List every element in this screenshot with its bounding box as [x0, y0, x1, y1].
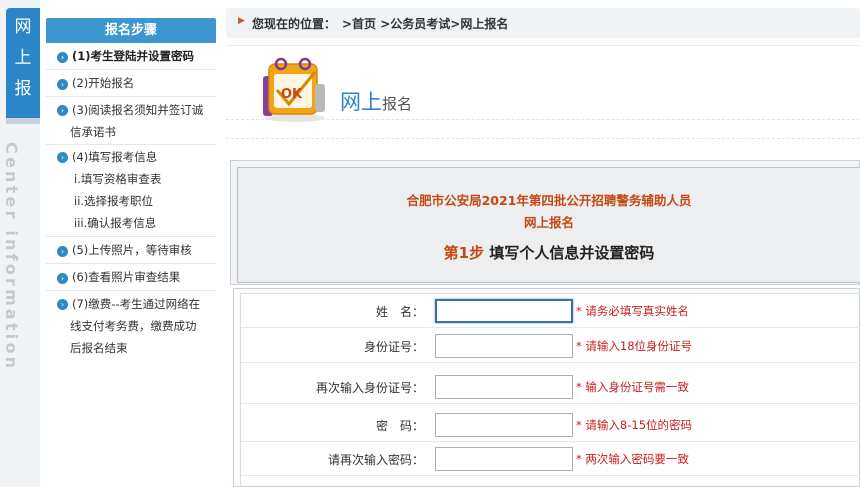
form-row-id-number: 身份证号： * 请输入18位身份证号	[241, 329, 860, 363]
breadcrumb: ▶ 您现在的位置： >首页 >公务员考试>网上报名	[226, 8, 860, 38]
side-tab-shadow	[6, 118, 40, 124]
password-hint: * 请输入8-15位的密码	[576, 418, 693, 432]
form-row-id-confirm: 再次输入身份证号： * 输入身份证号需一致	[241, 370, 860, 404]
steps-panel-title: 报名步骤	[46, 18, 216, 43]
step-item-label: (4)填写报考信息	[72, 150, 158, 164]
arrow-circle-icon: ›	[57, 152, 68, 163]
step-description: 填写个人信息并设置密码	[484, 244, 655, 262]
recruitment-subtitle: 网上报名	[523, 215, 574, 230]
page-banner: OK 网上报名	[226, 45, 860, 155]
step-item-label: (6)查看照片审查结果	[72, 270, 181, 284]
step-item-start[interactable]: › (2)开始报名	[46, 70, 216, 97]
center-information-label: Center information	[2, 136, 38, 371]
form-row-password-confirm: 请再次输入密码： * 两次输入密码要一致	[241, 442, 860, 476]
step-item-label: (7)缴费--考生通过网络在	[72, 297, 201, 311]
registration-steps-panel: 报名步骤 › (1)考生登陆并设置密码 › (2)开始报名 › (3)阅读报名须…	[46, 18, 216, 487]
name-input[interactable]	[435, 299, 573, 323]
step-item-photo-result[interactable]: › (6)查看照片审查结果	[46, 264, 216, 291]
recruitment-title: 合肥市公安局2021年第四批公开招聘警务辅助人员	[406, 193, 692, 208]
banner-title-small: 报名	[382, 95, 413, 113]
password-label: 密 码：	[375, 419, 424, 433]
step-item-payment[interactable]: › (7)缴费--考生通过网络在 线支付考务费，缴费成功 后报名结束	[46, 291, 216, 361]
step-item-login[interactable]: › (1)考生登陆并设置密码	[46, 43, 216, 70]
step-item-label: (5)上传照片，等待审核	[72, 243, 192, 257]
name-label: 姓 名：	[375, 305, 424, 319]
arrow-circle-icon: ›	[57, 246, 68, 257]
id-confirm-label: 再次输入身份证号：	[315, 381, 424, 395]
step-info-inner: 合肥市公安局2021年第四批公开招聘警务辅助人员 网上报名 第1步 填写个人信息…	[237, 167, 860, 283]
substep-confirm-info[interactable]: iii.确认报考信息	[72, 212, 212, 234]
arrow-circle-icon: ›	[57, 273, 68, 284]
password-input[interactable]	[435, 413, 573, 437]
step-item-fill-info[interactable]: › (4)填写报考信息 i.填写资格审查表 ii.选择报考职位 iii.确认报考…	[46, 145, 216, 237]
arrow-circle-icon: ›	[57, 52, 68, 63]
name-hint: * 请务必填写真实姓名	[576, 304, 689, 318]
banner-title: 网上报名	[340, 86, 412, 116]
step-item-label-cont: 信承诺书	[70, 125, 116, 139]
id-confirm-input[interactable]	[435, 375, 573, 399]
step-info-block: 合肥市公安局2021年第四批公开招聘警务辅助人员 网上报名 第1步 填写个人信息…	[230, 160, 860, 285]
side-tab-strip: 网 上 报 Center information	[0, 0, 40, 487]
side-tab-char: 网	[14, 17, 32, 37]
side-tab-char: 报	[14, 79, 32, 99]
id-number-input[interactable]	[435, 334, 573, 358]
step-item-label: (3)阅读报名须知并签订诚	[72, 103, 204, 117]
breadcrumb-label: 您现在的位置：	[252, 17, 337, 31]
calendar-ok-icon: OK	[259, 54, 329, 124]
svg-text:OK: OK	[281, 87, 303, 102]
center-information-text: Center information	[2, 142, 21, 372]
arrow-circle-icon: ›	[57, 299, 68, 310]
step-item-label: (2)开始报名	[72, 76, 135, 90]
current-step-heading: 第1步 填写个人信息并设置密码	[238, 242, 860, 263]
step-number: 第1步	[443, 244, 485, 262]
form-row-password: 密 码： * 请输入8-15位的密码	[241, 408, 860, 442]
substep-select-position[interactable]: ii.选择报考职位	[72, 190, 212, 212]
form-row-name: 姓 名： * 请务必填写真实姓名	[241, 294, 860, 328]
breadcrumb-path[interactable]: >首页 >公务员考试>网上报名	[342, 15, 508, 32]
personal-info-form: 姓 名： * 请务必填写真实姓名 身份证号： * 请输入18位身份证号 再次输入…	[233, 288, 860, 487]
step-item-read-notice[interactable]: › (3)阅读报名须知并签订诚 信承诺书	[46, 97, 216, 145]
arrow-circle-icon: ›	[57, 105, 68, 116]
side-tab-char: 上	[14, 48, 32, 68]
id-number-label: 身份证号：	[363, 340, 424, 354]
banner-title-big: 网上	[340, 90, 382, 114]
password-confirm-label: 请再次输入密码：	[327, 453, 424, 467]
step-item-upload-photo[interactable]: › (5)上传照片，等待审核	[46, 237, 216, 264]
form-inner: 姓 名： * 请务必填写真实姓名 身份证号： * 请输入18位身份证号 再次输入…	[240, 293, 860, 487]
arrow-circle-icon: ›	[57, 79, 68, 90]
step-item-label-cont: 线支付考务费，缴费成功	[70, 319, 197, 333]
online-register-side-tab[interactable]: 网 上 报	[6, 8, 40, 122]
step-item-label-cont: 后报名结束	[70, 341, 128, 355]
substep-fill-form[interactable]: i.填写资格审查表	[72, 168, 212, 190]
password-confirm-hint: * 两次输入密码要一致	[576, 452, 689, 466]
step-item-label: (1)考生登陆并设置密码	[72, 49, 195, 63]
id-number-hint: * 请输入18位身份证号	[576, 339, 693, 353]
breadcrumb-arrow-icon: ▶	[238, 16, 245, 26]
password-confirm-input[interactable]	[435, 447, 573, 471]
id-confirm-hint: * 输入身份证号需一致	[576, 380, 689, 394]
